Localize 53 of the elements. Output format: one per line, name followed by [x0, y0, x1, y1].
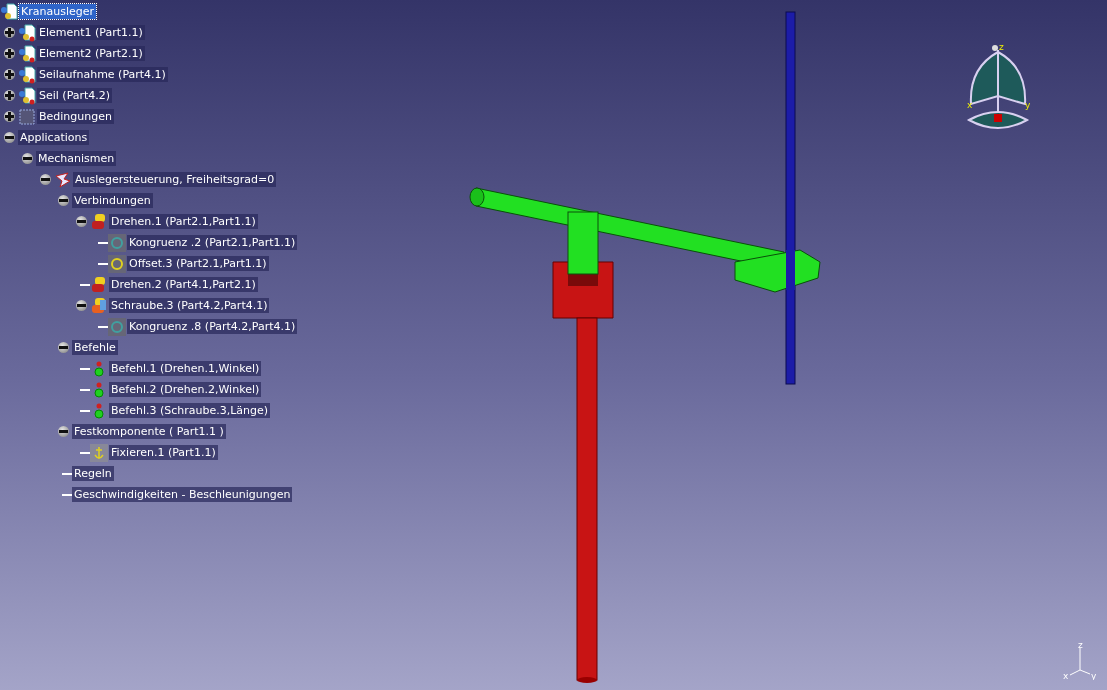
offset-icon: [108, 254, 126, 273]
tree-item[interactable]: Befehle: [72, 340, 118, 355]
revolute-icon: [90, 275, 108, 294]
expander-icon[interactable]: [3, 111, 15, 122]
fix-icon: [90, 443, 108, 462]
tree-item[interactable]: Offset.3 (Part2.1,Part1.1): [127, 256, 269, 271]
tree-item[interactable]: Befehl.3 (Schraube.3,Länge): [109, 403, 271, 418]
tree-item[interactable]: Schraube.3 (Part4.2,Part4.1): [109, 298, 270, 313]
tree-item[interactable]: Bedingungen: [37, 109, 114, 124]
tree-item[interactable]: Seilaufnahme (Part4.1): [37, 67, 168, 82]
tree-item[interactable]: Fixieren.1 (Part1.1): [109, 445, 218, 460]
constraints-icon: [18, 107, 36, 126]
expander-icon[interactable]: [75, 216, 87, 227]
product-icon: [0, 2, 18, 21]
tree-item[interactable]: Verbindungen: [72, 193, 153, 208]
tree-item[interactable]: Kranausleger: [19, 4, 96, 19]
expander-icon[interactable]: [57, 195, 69, 206]
revolute-icon: [90, 212, 108, 231]
tree-item[interactable]: Befehl.2 (Drehen.2,Winkel): [109, 382, 262, 397]
expander-icon[interactable]: [39, 174, 51, 185]
tree-item[interactable]: Drehen.2 (Part4.1,Part2.1): [109, 277, 258, 292]
tree-item[interactable]: Element2 (Part2.1): [37, 46, 145, 61]
coincidence-icon: [108, 233, 126, 252]
tree-item[interactable]: Mechanismen: [36, 151, 117, 166]
expander-icon[interactable]: [75, 300, 87, 311]
tree-item[interactable]: Kongruenz .2 (Part2.1,Part1.1): [127, 235, 298, 250]
screw-icon: [90, 296, 108, 315]
tree-item[interactable]: Befehl.1 (Drehen.1,Winkel): [109, 361, 262, 376]
expander-icon[interactable]: [3, 132, 15, 143]
axis-triad-drawing: z x y: [1062, 640, 1102, 680]
part-icon: [18, 23, 36, 42]
tree-item[interactable]: Applications: [18, 130, 90, 145]
expander-icon[interactable]: [3, 48, 15, 59]
expander-icon[interactable]: [57, 342, 69, 353]
expander-icon[interactable]: [3, 69, 15, 80]
tree-item[interactable]: Drehen.1 (Part2.1,Part1.1): [109, 214, 258, 229]
coincidence-icon: [108, 317, 126, 336]
tree-item[interactable]: Kongruenz .8 (Part4.2,Part4.1): [127, 319, 298, 334]
tree-item[interactable]: Auslegersteuerung, Freiheitsgrad=0: [73, 172, 277, 187]
compass-drawing: z x y: [965, 38, 1035, 138]
tree-item[interactable]: Seil (Part4.2): [37, 88, 113, 103]
expander-icon[interactable]: [57, 426, 69, 437]
expander-icon[interactable]: [3, 27, 15, 38]
part-icon: [18, 86, 36, 105]
tree-item[interactable]: Geschwindigkeiten - Beschleunigungen: [72, 487, 293, 502]
mechanism-icon: [54, 170, 72, 189]
expander-icon[interactable]: [3, 90, 15, 101]
tree-item[interactable]: Festkomponente ( Part1.1 ): [72, 424, 226, 439]
tree-item[interactable]: Element1 (Part1.1): [37, 25, 145, 40]
tree-item[interactable]: Regeln: [72, 466, 114, 481]
part-icon: [18, 65, 36, 84]
part-icon: [18, 44, 36, 63]
expander-icon[interactable]: [21, 153, 33, 164]
